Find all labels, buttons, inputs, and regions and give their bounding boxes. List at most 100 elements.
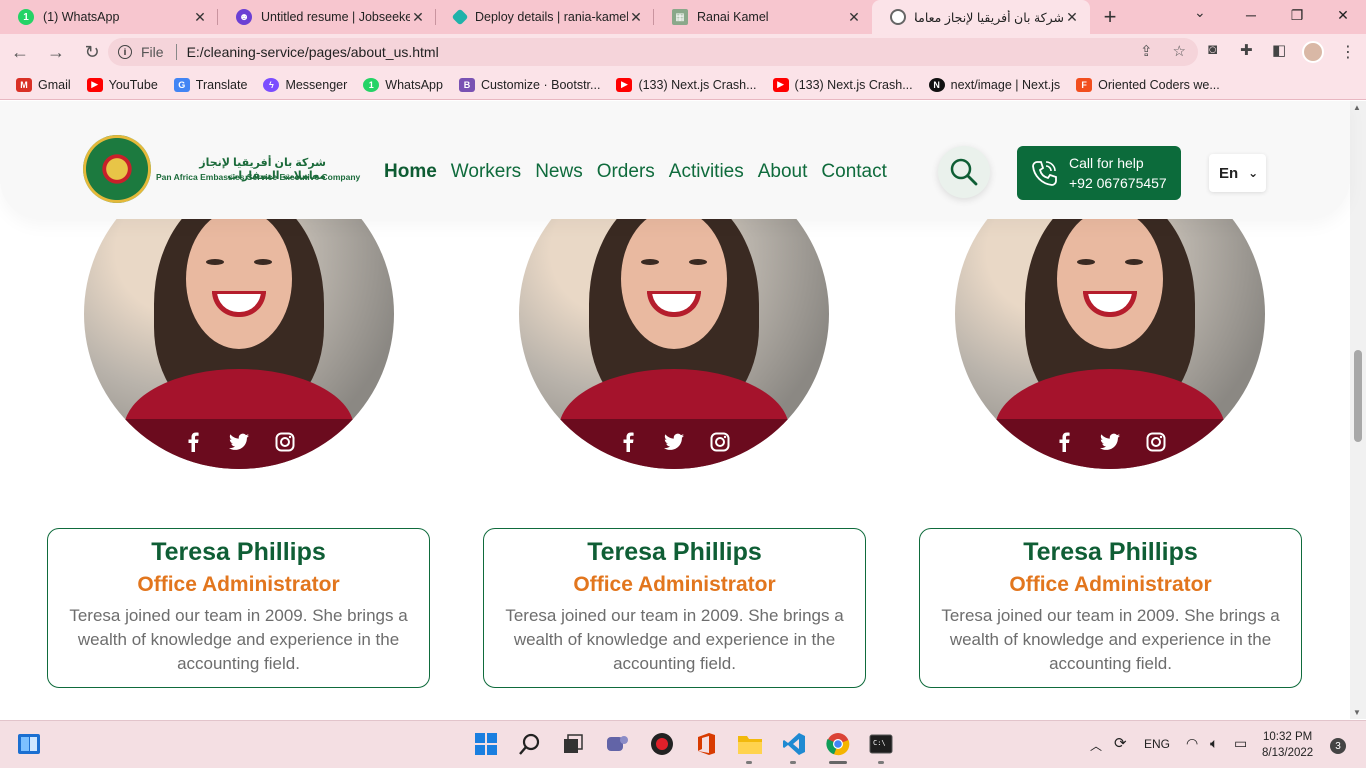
scrollbar-thumb[interactable] [1354, 350, 1362, 442]
bookmark-whatsapp[interactable]: 1 WhatsApp [363, 77, 443, 92]
reload-icon[interactable]: ↻ [76, 36, 108, 68]
bookmark-nextjs-crash-1[interactable]: ▶ (133) Next.js Crash... [616, 77, 757, 92]
windows-start-icon[interactable] [473, 731, 499, 757]
member-bio: Teresa joined our team in 2009. She brin… [505, 606, 844, 673]
camera-icon[interactable]: ◙ [1208, 41, 1217, 58]
close-window-icon[interactable]: ✕ [1320, 0, 1366, 30]
info-icon[interactable]: i [118, 45, 132, 59]
bookmark-translate[interactable]: G Translate [173, 77, 247, 92]
close-icon[interactable]: ✕ [192, 9, 208, 26]
chevron-down-icon[interactable]: ⌄ [1194, 4, 1206, 21]
site-header: شركة بان أفريقيا لإنجاز معاملات السفارات… [0, 101, 1350, 219]
tab-jobseeker[interactable]: ☻ Untitled resume | Jobseeker ✕ [218, 0, 436, 34]
figma-icon: F [1076, 77, 1093, 92]
record-icon[interactable] [649, 731, 675, 757]
bookmark-nextjs-crash-2[interactable]: ▶ (133) Next.js Crash... [772, 77, 913, 92]
bookmark-messenger[interactable]: ϟ Messenger [263, 77, 347, 92]
tab-netlify[interactable]: Deploy details | rania-kamel- ✕ [436, 0, 654, 34]
nav-workers[interactable]: Workers [451, 161, 521, 183]
social-links [519, 419, 829, 469]
youtube-icon: ▶ [772, 77, 789, 92]
notification-badge[interactable]: 3 [1330, 738, 1346, 754]
social-links [955, 419, 1265, 469]
share-icon[interactable]: ⇪ [1140, 42, 1153, 60]
nav-activities[interactable]: Activities [669, 161, 744, 183]
wifi-icon[interactable]: ◠ [1186, 735, 1198, 752]
netlify-icon [451, 8, 469, 26]
restore-icon[interactable]: ❐ [1274, 0, 1320, 30]
scroll-down-icon[interactable]: ▼ [1353, 708, 1361, 717]
vscode-icon[interactable] [781, 731, 807, 757]
bootstrap-icon: B [458, 77, 475, 92]
nav-contact[interactable]: Contact [821, 161, 886, 183]
tab-active-site[interactable]: شركة بان أفريقيا لإنجاز معاملات ✕ [872, 0, 1090, 34]
puzzle-icon[interactable]: ✚ [1240, 41, 1253, 59]
sync-icon[interactable]: ⟳ [1114, 734, 1127, 752]
search-icon[interactable] [517, 731, 543, 757]
nav-home[interactable]: Home [384, 161, 437, 183]
whatsapp-icon: 1 [363, 77, 380, 92]
back-icon[interactable]: ← [4, 36, 36, 68]
whatsapp-icon: 1 [18, 9, 34, 25]
teams-chat-icon[interactable] [604, 731, 630, 757]
tab-ranai[interactable]: ▦ Ranai Kamel ✕ [654, 0, 872, 34]
tab-title: شركة بان أفريقيا لإنجاز معاملات [915, 10, 1064, 25]
star-icon[interactable]: ☆ [1173, 42, 1186, 60]
bookmark-bootstrap[interactable]: B Customize · Bootstr... [458, 77, 600, 92]
member-name: Teresa Phillips [151, 538, 326, 566]
nav-orders[interactable]: Orders [597, 161, 655, 183]
twitter-icon[interactable] [664, 432, 684, 452]
tab-title: Ranai Kamel [697, 10, 769, 24]
bookmark-next-image[interactable]: Nnext/image | Next.js [928, 77, 1060, 92]
language-select[interactable]: En ⌄ [1209, 154, 1266, 192]
close-icon[interactable]: ✕ [628, 9, 644, 26]
sidepanel-icon[interactable]: ◧ [1272, 41, 1286, 59]
scroll-up-icon[interactable]: ▲ [1353, 103, 1361, 112]
globe-icon [890, 9, 906, 25]
forward-icon[interactable]: → [40, 36, 72, 68]
page-scrollbar[interactable]: ▲ ▼ [1350, 101, 1366, 719]
office-icon[interactable] [693, 731, 719, 757]
menu-icon[interactable]: ⋮ [1340, 42, 1356, 62]
task-view-icon[interactable] [560, 731, 586, 757]
instagram-icon[interactable] [275, 432, 295, 452]
facebook-icon[interactable] [618, 432, 638, 452]
chevron-up-icon[interactable]: ︿ [1090, 737, 1102, 754]
facebook-icon[interactable] [183, 432, 203, 452]
twitter-icon[interactable] [229, 432, 249, 452]
volume-icon[interactable]: 🔈︎ [1210, 735, 1218, 752]
widgets-icon[interactable] [16, 731, 42, 757]
call-label: Call for help [1069, 155, 1144, 171]
tab-whatsapp[interactable]: 1 (1) WhatsApp ✕ [0, 0, 218, 34]
facebook-icon[interactable] [1054, 432, 1074, 452]
call-for-help-button[interactable]: Call for help +92 067675457 [1017, 146, 1181, 200]
language-indicator[interactable]: ENG [1144, 737, 1170, 751]
member-role: Office Administrator [573, 573, 776, 596]
bookmark-youtube[interactable]: ▶ YouTube [86, 77, 158, 92]
battery-icon[interactable]: ▭ [1234, 735, 1247, 752]
company-logo[interactable] [83, 135, 151, 203]
close-icon[interactable]: ✕ [846, 9, 862, 26]
file-explorer-icon[interactable] [737, 731, 763, 757]
bookmark-oriented-coders[interactable]: F Oriented Coders we... [1076, 77, 1220, 92]
twitter-icon[interactable] [1100, 432, 1120, 452]
page-viewport: شركة بان أفريقيا لإنجاز معاملات السفارات… [0, 101, 1366, 719]
nav-about[interactable]: About [758, 161, 808, 183]
instagram-icon[interactable] [710, 432, 730, 452]
instagram-icon[interactable] [1146, 432, 1166, 452]
scheme-label: File [141, 44, 164, 60]
address-bar[interactable]: i File E:/cleaning-service/pages/about_u… [108, 38, 1198, 66]
chrome-icon[interactable] [825, 731, 851, 757]
avatar[interactable] [1302, 41, 1324, 63]
search-button[interactable] [938, 146, 990, 198]
windows-taskbar: C:\ ︿ ⟳ ENG ◠ 🔈︎ ▭ 10:32 PM 8/13/2022 3 [0, 720, 1366, 768]
system-clock[interactable]: 10:32 PM 8/13/2022 [1262, 729, 1313, 761]
close-icon[interactable]: ✕ [1064, 9, 1080, 26]
bookmark-gmail[interactable]: M Gmail [16, 77, 71, 92]
terminal-icon[interactable]: C:\ [868, 731, 894, 757]
nav-news[interactable]: News [535, 161, 583, 183]
search-icon [950, 158, 978, 186]
minimize-icon[interactable]: ─ [1228, 0, 1274, 30]
close-icon[interactable]: ✕ [410, 9, 426, 26]
new-tab-button[interactable]: + [1090, 0, 1130, 34]
